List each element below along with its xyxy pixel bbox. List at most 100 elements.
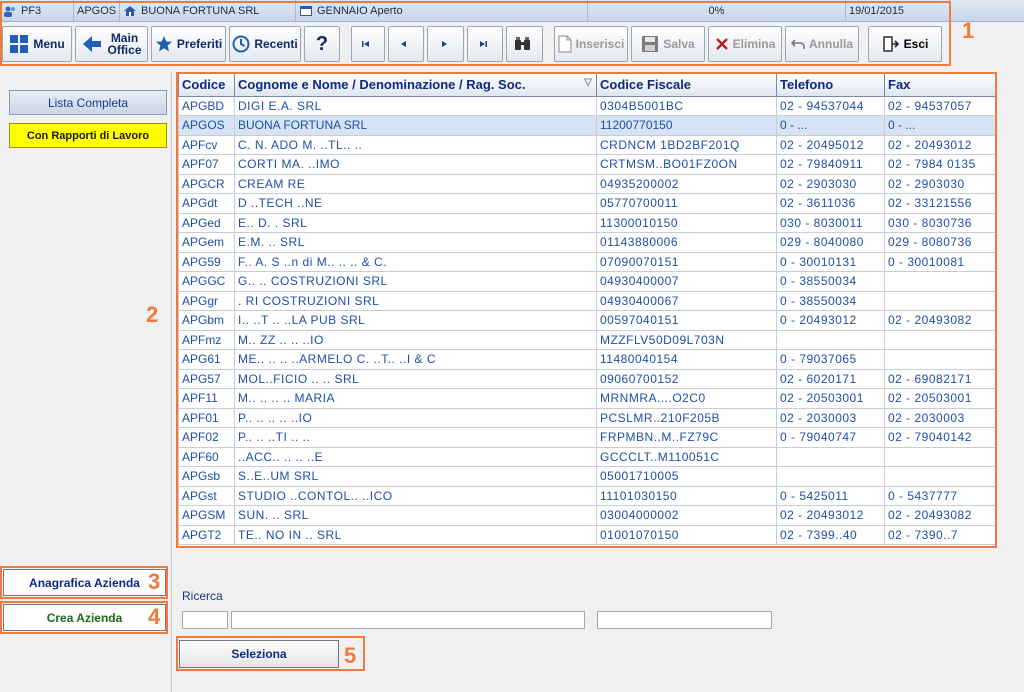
cell-fax <box>884 446 995 467</box>
cell-codice: APGT2 <box>178 524 235 545</box>
status-progress-label: 0% <box>708 5 725 17</box>
cell-fax: 02 - 7390..7 <box>884 524 995 545</box>
lista-completa-button[interactable]: Lista Completa <box>9 90 167 115</box>
cell-fax: 02 - 2030003 <box>884 407 995 428</box>
anagrafica-azienda-button[interactable]: Anagrafica Azienda <box>3 569 166 596</box>
column-header-telefono[interactable]: Telefono <box>776 74 885 97</box>
first-record-button[interactable] <box>351 26 385 62</box>
cell-telefono: 029 - 8040080 <box>776 232 885 253</box>
search-cf-field[interactable] <box>597 611 772 629</box>
preferiti-button[interactable]: Preferiti <box>151 26 226 62</box>
cell-codice: APF60 <box>178 446 235 467</box>
search-code-field[interactable] <box>182 611 228 629</box>
cell-codice-fiscale: 11300010150 <box>596 212 777 233</box>
column-header-codice[interactable]: Codice <box>178 74 235 97</box>
cell-fax <box>884 271 995 292</box>
table-row[interactable]: APF01 P.. .. .. .. ..IO PCSLMR..210F205B 02… <box>178 407 995 428</box>
table-row[interactable]: APF02 P.. .. ..TI .. .. FRPMBN..M..FZ79C 0 … <box>178 427 995 448</box>
table-row[interactable]: APGgr. RI COSTRUZIONI SRL 04930400067 0 - … <box>178 290 995 311</box>
annotation-number-3: 3 <box>148 569 161 594</box>
table-row[interactable]: APF11 M.. .. .. .. MARIA MRNMRA....O2C0 02 … <box>178 388 995 409</box>
table-row[interactable]: APGCR CREAM RE 04935200002 02 - 2903030 02 -… <box>178 173 995 194</box>
table-body: APGBD DIGI E.A. SRL 0304B5001BC 02 - 945370… <box>178 95 995 545</box>
elimina-button[interactable]: Elimina <box>708 26 782 62</box>
next-record-button[interactable] <box>427 26 464 62</box>
search-name-field[interactable] <box>231 611 585 629</box>
table-row[interactable]: APFmz M.. ZZ .. .. ..IO MZZFLV50D09L703N <box>178 329 995 350</box>
seleziona-button[interactable]: Seleziona <box>179 640 339 668</box>
column-header-codice-fiscale[interactable]: Codice Fiscale <box>596 74 777 97</box>
cell-telefono: 0 - 38550034 <box>776 290 885 311</box>
cell-nome: P.. .. ..TI .. .. <box>234 427 597 448</box>
recenti-button[interactable]: Recenti <box>229 26 301 62</box>
table-row[interactable]: APGsb S..E..UM SRL 05001710005 <box>178 466 995 487</box>
inserisci-button[interactable]: Inserisci <box>554 26 628 62</box>
table-row[interactable]: APGT2 TE.. NO IN .. SRL 01001070150 02 - 73… <box>178 524 995 545</box>
cell-telefono: 02 - 79840911 <box>776 154 885 175</box>
table-row[interactable]: APGOS BUONA FORTUNA SRL 11200770150 0 - ...… <box>178 115 995 136</box>
cell-nome: F.. A. S ..n di M.. .. .. & C. <box>234 251 597 272</box>
column-header-fax[interactable]: Fax <box>884 74 995 97</box>
save-icon <box>642 36 659 52</box>
cell-codice-fiscale: FRPMBN..M..FZ79C <box>596 427 777 448</box>
company-table: Codice Cognome e Nome / Denominazione / … <box>178 74 995 545</box>
cell-codice-fiscale: 07090070151 <box>596 251 777 272</box>
cell-fax: 0 - 30010081 <box>884 251 995 272</box>
grid-icon <box>10 35 29 53</box>
table-row[interactable]: APG57 MOL..FICIO .. .. SRL 09060700152 02 -… <box>178 368 995 389</box>
cell-codice-fiscale: MZZFLV50D09L703N <box>596 329 777 350</box>
annulla-button[interactable]: Annulla <box>785 26 859 62</box>
prev-record-button[interactable] <box>388 26 424 62</box>
salva-button[interactable]: Salva <box>631 26 705 62</box>
annotation-number-4: 4 <box>148 604 161 629</box>
cell-nome: . RI COSTRUZIONI SRL <box>234 290 597 311</box>
cell-codice: APGSM <box>178 505 235 526</box>
cell-codice: APGbm <box>178 310 235 331</box>
cell-codice-fiscale: 03004000002 <box>596 505 777 526</box>
crea-azienda-button[interactable]: Crea Azienda <box>3 604 166 631</box>
table-row[interactable]: APGdt D ..TECH ..NE 05770700011 02 - 361103… <box>178 193 995 214</box>
table-header-row: Codice Cognome e Nome / Denominazione / … <box>178 74 995 97</box>
sort-triangle-icon: ▽ <box>584 77 592 89</box>
table-row[interactable]: APF60 ..ACC.. .. .. ..E GCCCLT..M110051C <box>178 446 995 467</box>
search-record-button[interactable] <box>506 26 543 62</box>
help-button[interactable]: ? <box>304 26 340 62</box>
status-period: GENNAIO Aperto <box>296 0 588 22</box>
table-row[interactable]: APFcv C. N. ADO M. ..TL.. .. CRDNCM 1BD2BF… <box>178 134 995 155</box>
cell-codice: APGCR <box>178 173 235 194</box>
cell-nome: STUDIO ..CONTOL.. ..ICO <box>234 485 597 506</box>
table-row[interactable]: APGst STUDIO ..CONTOL.. ..ICO 11101030150 0… <box>178 485 995 506</box>
cell-codice-fiscale: CRDNCM 1BD2BF201Q <box>596 134 777 155</box>
arrow-left-icon <box>83 36 102 52</box>
table-row[interactable]: APGem E.M. .. SRL 01143880006 029 - 8040080… <box>178 232 995 253</box>
toolbar: Menu Main Office Preferiti Recenti ? Inse… <box>0 22 1024 66</box>
table-row[interactable]: APGBD DIGI E.A. SRL 0304B5001BC 02 - 945370… <box>178 95 995 116</box>
table-row[interactable]: APGGC G.. .. COSTRUZIONI SRL 04930400007 0 … <box>178 271 995 292</box>
table-row[interactable]: APGSM SUN. .. SRL 03004000002 02 - 20493012… <box>178 505 995 526</box>
column-header-nome[interactable]: Cognome e Nome / Denominazione / Rag. So… <box>234 74 597 97</box>
cell-telefono: 02 - 3611036 <box>776 193 885 214</box>
table-row[interactable]: APGbm I.. ..T .. ..LA PUB SRL 00597040151 0… <box>178 310 995 331</box>
cell-fax: 030 - 8030736 <box>884 212 995 233</box>
cell-codice: APGBD <box>178 95 235 116</box>
preferiti-label: Preferiti <box>176 37 223 51</box>
cell-codice-fiscale: GCCCLT..M110051C <box>596 446 777 467</box>
cell-fax: 02 - 33121556 <box>884 193 995 214</box>
skip-last-icon <box>480 41 487 47</box>
menu-button[interactable]: Menu <box>2 26 72 62</box>
cell-codice: APF02 <box>178 427 235 448</box>
table-row[interactable]: APG59 F.. A. S ..n di M.. .. .. & C. 07090… <box>178 251 995 272</box>
main-office-button[interactable]: Main Office <box>75 26 148 62</box>
salva-label: Salva <box>663 37 695 51</box>
table-row[interactable]: APGed E.. D. . SRL 11300010150 030 - 803001… <box>178 212 995 233</box>
cell-fax: 0 - ... <box>884 115 995 136</box>
con-rapporti-button[interactable]: Con Rapporti di Lavoro <box>9 123 167 148</box>
last-record-button[interactable] <box>467 26 503 62</box>
cell-telefono: 02 - 20495012 <box>776 134 885 155</box>
table-row[interactable]: APF07 CORTI MA. ..IMO CRTMSM..BO01FZ0ON 02 … <box>178 154 995 175</box>
esci-button[interactable]: Esci <box>868 26 942 62</box>
table-row[interactable]: APG61 ME.. .. .. ..ARMELO C. ..T.. ..I & … <box>178 349 995 370</box>
status-date-label: 19/01/2015 <box>849 5 905 17</box>
cell-fax <box>884 466 995 487</box>
cell-telefono: 0 - 79040747 <box>776 427 885 448</box>
